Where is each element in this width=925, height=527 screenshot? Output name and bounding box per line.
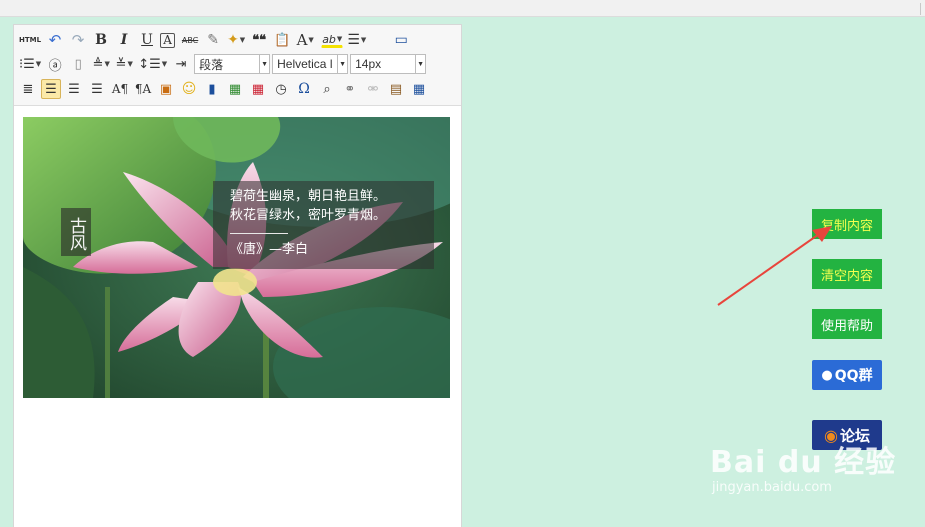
- watermark-logo: Bai du 经验: [710, 445, 897, 480]
- watermark-url: jingyan.baidu.com: [712, 480, 832, 495]
- baidu-jingyan-watermark: Bai du 经验 jingyan.baidu.com: [710, 446, 896, 496]
